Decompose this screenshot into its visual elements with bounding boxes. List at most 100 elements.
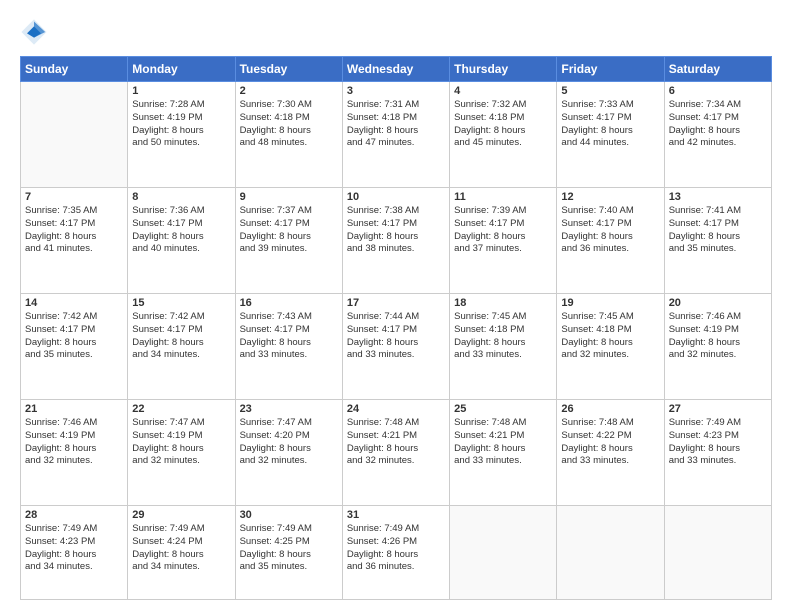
cell-info: Sunrise: 7:42 AM Sunset: 4:17 PM Dayligh… (132, 311, 230, 362)
day-number: 30 (240, 509, 338, 521)
col-header-thursday: Thursday (450, 57, 557, 82)
cell-info: Sunrise: 7:45 AM Sunset: 4:18 PM Dayligh… (561, 311, 659, 362)
calendar-week-3: 21 Sunrise: 7:46 AM Sunset: 4:19 PM Dayli… (21, 400, 772, 506)
calendar-cell: 15 Sunrise: 7:42 AM Sunset: 4:17 PM Dayli… (128, 294, 235, 400)
day-number: 15 (132, 297, 230, 309)
calendar-cell: 18 Sunrise: 7:45 AM Sunset: 4:18 PM Dayli… (450, 294, 557, 400)
calendar-cell (557, 506, 664, 600)
cell-info: Sunrise: 7:49 AM Sunset: 4:23 PM Dayligh… (25, 523, 123, 574)
day-number: 12 (561, 191, 659, 203)
cell-info: Sunrise: 7:49 AM Sunset: 4:23 PM Dayligh… (669, 417, 767, 468)
calendar-cell (450, 506, 557, 600)
calendar-cell: 24 Sunrise: 7:48 AM Sunset: 4:21 PM Dayli… (342, 400, 449, 506)
day-number: 24 (347, 403, 445, 415)
header (20, 18, 772, 46)
cell-info: Sunrise: 7:48 AM Sunset: 4:21 PM Dayligh… (347, 417, 445, 468)
logo (20, 18, 50, 46)
day-number: 16 (240, 297, 338, 309)
day-number: 17 (347, 297, 445, 309)
calendar-cell: 3Sunrise: 7:31 AM Sunset: 4:18 PM Daylig… (342, 82, 449, 188)
day-number: 18 (454, 297, 552, 309)
day-number: 29 (132, 509, 230, 521)
cell-info: Sunrise: 7:49 AM Sunset: 4:24 PM Dayligh… (132, 523, 230, 574)
cell-info: Sunrise: 7:37 AM Sunset: 4:17 PM Dayligh… (240, 205, 338, 256)
calendar-cell: 1Sunrise: 7:28 AM Sunset: 4:19 PM Daylig… (128, 82, 235, 188)
calendar-cell: 21 Sunrise: 7:46 AM Sunset: 4:19 PM Dayli… (21, 400, 128, 506)
cell-info: Sunrise: 7:42 AM Sunset: 4:17 PM Dayligh… (25, 311, 123, 362)
day-number: 10 (347, 191, 445, 203)
col-header-saturday: Saturday (664, 57, 771, 82)
day-number: 28 (25, 509, 123, 521)
calendar-cell: 14 Sunrise: 7:42 AM Sunset: 4:17 PM Dayli… (21, 294, 128, 400)
day-number: 9 (240, 191, 338, 203)
day-number: 27 (669, 403, 767, 415)
day-number: 3 (347, 85, 445, 97)
calendar-cell: 19Sunrise: 7:45 AM Sunset: 4:18 PM Dayli… (557, 294, 664, 400)
calendar-cell: 11 Sunrise: 7:39 AM Sunset: 4:17 PM Dayli… (450, 188, 557, 294)
calendar-week-2: 14 Sunrise: 7:42 AM Sunset: 4:17 PM Dayli… (21, 294, 772, 400)
cell-info: Sunrise: 7:33 AM Sunset: 4:17 PM Dayligh… (561, 99, 659, 150)
calendar-cell: 9 Sunrise: 7:37 AM Sunset: 4:17 PM Daylig… (235, 188, 342, 294)
cell-info: Sunrise: 7:48 AM Sunset: 4:22 PM Dayligh… (561, 417, 659, 468)
calendar-header-row: SundayMondayTuesdayWednesdayThursdayFrid… (21, 57, 772, 82)
calendar-cell: 28 Sunrise: 7:49 AM Sunset: 4:23 PM Dayli… (21, 506, 128, 600)
calendar-cell (664, 506, 771, 600)
cell-info: Sunrise: 7:39 AM Sunset: 4:17 PM Dayligh… (454, 205, 552, 256)
col-header-monday: Monday (128, 57, 235, 82)
calendar-cell: 17 Sunrise: 7:44 AM Sunset: 4:17 PM Dayli… (342, 294, 449, 400)
calendar-cell: 4 Sunrise: 7:32 AM Sunset: 4:18 PM Daylig… (450, 82, 557, 188)
calendar-cell: 31 Sunrise: 7:49 AM Sunset: 4:26 PM Dayli… (342, 506, 449, 600)
calendar-week-0: 1Sunrise: 7:28 AM Sunset: 4:19 PM Daylig… (21, 82, 772, 188)
day-number: 21 (25, 403, 123, 415)
calendar-cell: 23Sunrise: 7:47 AM Sunset: 4:20 PM Dayli… (235, 400, 342, 506)
calendar-cell: 25 Sunrise: 7:48 AM Sunset: 4:21 PM Dayli… (450, 400, 557, 506)
calendar-cell: 10 Sunrise: 7:38 AM Sunset: 4:17 PM Dayli… (342, 188, 449, 294)
cell-info: Sunrise: 7:32 AM Sunset: 4:18 PM Dayligh… (454, 99, 552, 150)
cell-info: Sunrise: 7:34 AM Sunset: 4:17 PM Dayligh… (669, 99, 767, 150)
calendar-cell: 27 Sunrise: 7:49 AM Sunset: 4:23 PM Dayli… (664, 400, 771, 506)
cell-info: Sunrise: 7:48 AM Sunset: 4:21 PM Dayligh… (454, 417, 552, 468)
cell-info: Sunrise: 7:49 AM Sunset: 4:26 PM Dayligh… (347, 523, 445, 574)
calendar-cell: 20 Sunrise: 7:46 AM Sunset: 4:19 PM Dayli… (664, 294, 771, 400)
day-number: 5 (561, 85, 659, 97)
page: SundayMondayTuesdayWednesdayThursdayFrid… (0, 0, 792, 612)
cell-info: Sunrise: 7:47 AM Sunset: 4:20 PM Dayligh… (240, 417, 338, 468)
day-number: 20 (669, 297, 767, 309)
day-number: 8 (132, 191, 230, 203)
calendar-week-1: 7Sunrise: 7:35 AM Sunset: 4:17 PM Daylig… (21, 188, 772, 294)
calendar-week-4: 28 Sunrise: 7:49 AM Sunset: 4:23 PM Dayli… (21, 506, 772, 600)
cell-info: Sunrise: 7:46 AM Sunset: 4:19 PM Dayligh… (669, 311, 767, 362)
day-number: 25 (454, 403, 552, 415)
day-number: 11 (454, 191, 552, 203)
day-number: 14 (25, 297, 123, 309)
cell-info: Sunrise: 7:44 AM Sunset: 4:17 PM Dayligh… (347, 311, 445, 362)
cell-info: Sunrise: 7:30 AM Sunset: 4:18 PM Dayligh… (240, 99, 338, 150)
cell-info: Sunrise: 7:41 AM Sunset: 4:17 PM Dayligh… (669, 205, 767, 256)
cell-info: Sunrise: 7:45 AM Sunset: 4:18 PM Dayligh… (454, 311, 552, 362)
day-number: 22 (132, 403, 230, 415)
calendar-cell: 8Sunrise: 7:36 AM Sunset: 4:17 PM Daylig… (128, 188, 235, 294)
cell-info: Sunrise: 7:40 AM Sunset: 4:17 PM Dayligh… (561, 205, 659, 256)
col-header-friday: Friday (557, 57, 664, 82)
day-number: 1 (132, 85, 230, 97)
cell-info: Sunrise: 7:43 AM Sunset: 4:17 PM Dayligh… (240, 311, 338, 362)
cell-info: Sunrise: 7:46 AM Sunset: 4:19 PM Dayligh… (25, 417, 123, 468)
col-header-sunday: Sunday (21, 57, 128, 82)
cell-info: Sunrise: 7:49 AM Sunset: 4:25 PM Dayligh… (240, 523, 338, 574)
calendar-cell: 26 Sunrise: 7:48 AM Sunset: 4:22 PM Dayli… (557, 400, 664, 506)
calendar-cell: 30 Sunrise: 7:49 AM Sunset: 4:25 PM Dayli… (235, 506, 342, 600)
calendar-cell: 6 Sunrise: 7:34 AM Sunset: 4:17 PM Daylig… (664, 82, 771, 188)
col-header-wednesday: Wednesday (342, 57, 449, 82)
day-number: 4 (454, 85, 552, 97)
logo-icon (20, 18, 48, 46)
calendar-cell: 5 Sunrise: 7:33 AM Sunset: 4:17 PM Daylig… (557, 82, 664, 188)
cell-info: Sunrise: 7:38 AM Sunset: 4:17 PM Dayligh… (347, 205, 445, 256)
calendar-cell: 22Sunrise: 7:47 AM Sunset: 4:19 PM Dayli… (128, 400, 235, 506)
calendar-cell: 2Sunrise: 7:30 AM Sunset: 4:18 PM Daylig… (235, 82, 342, 188)
calendar-cell (21, 82, 128, 188)
cell-info: Sunrise: 7:35 AM Sunset: 4:17 PM Dayligh… (25, 205, 123, 256)
day-number: 6 (669, 85, 767, 97)
day-number: 31 (347, 509, 445, 521)
day-number: 26 (561, 403, 659, 415)
day-number: 13 (669, 191, 767, 203)
